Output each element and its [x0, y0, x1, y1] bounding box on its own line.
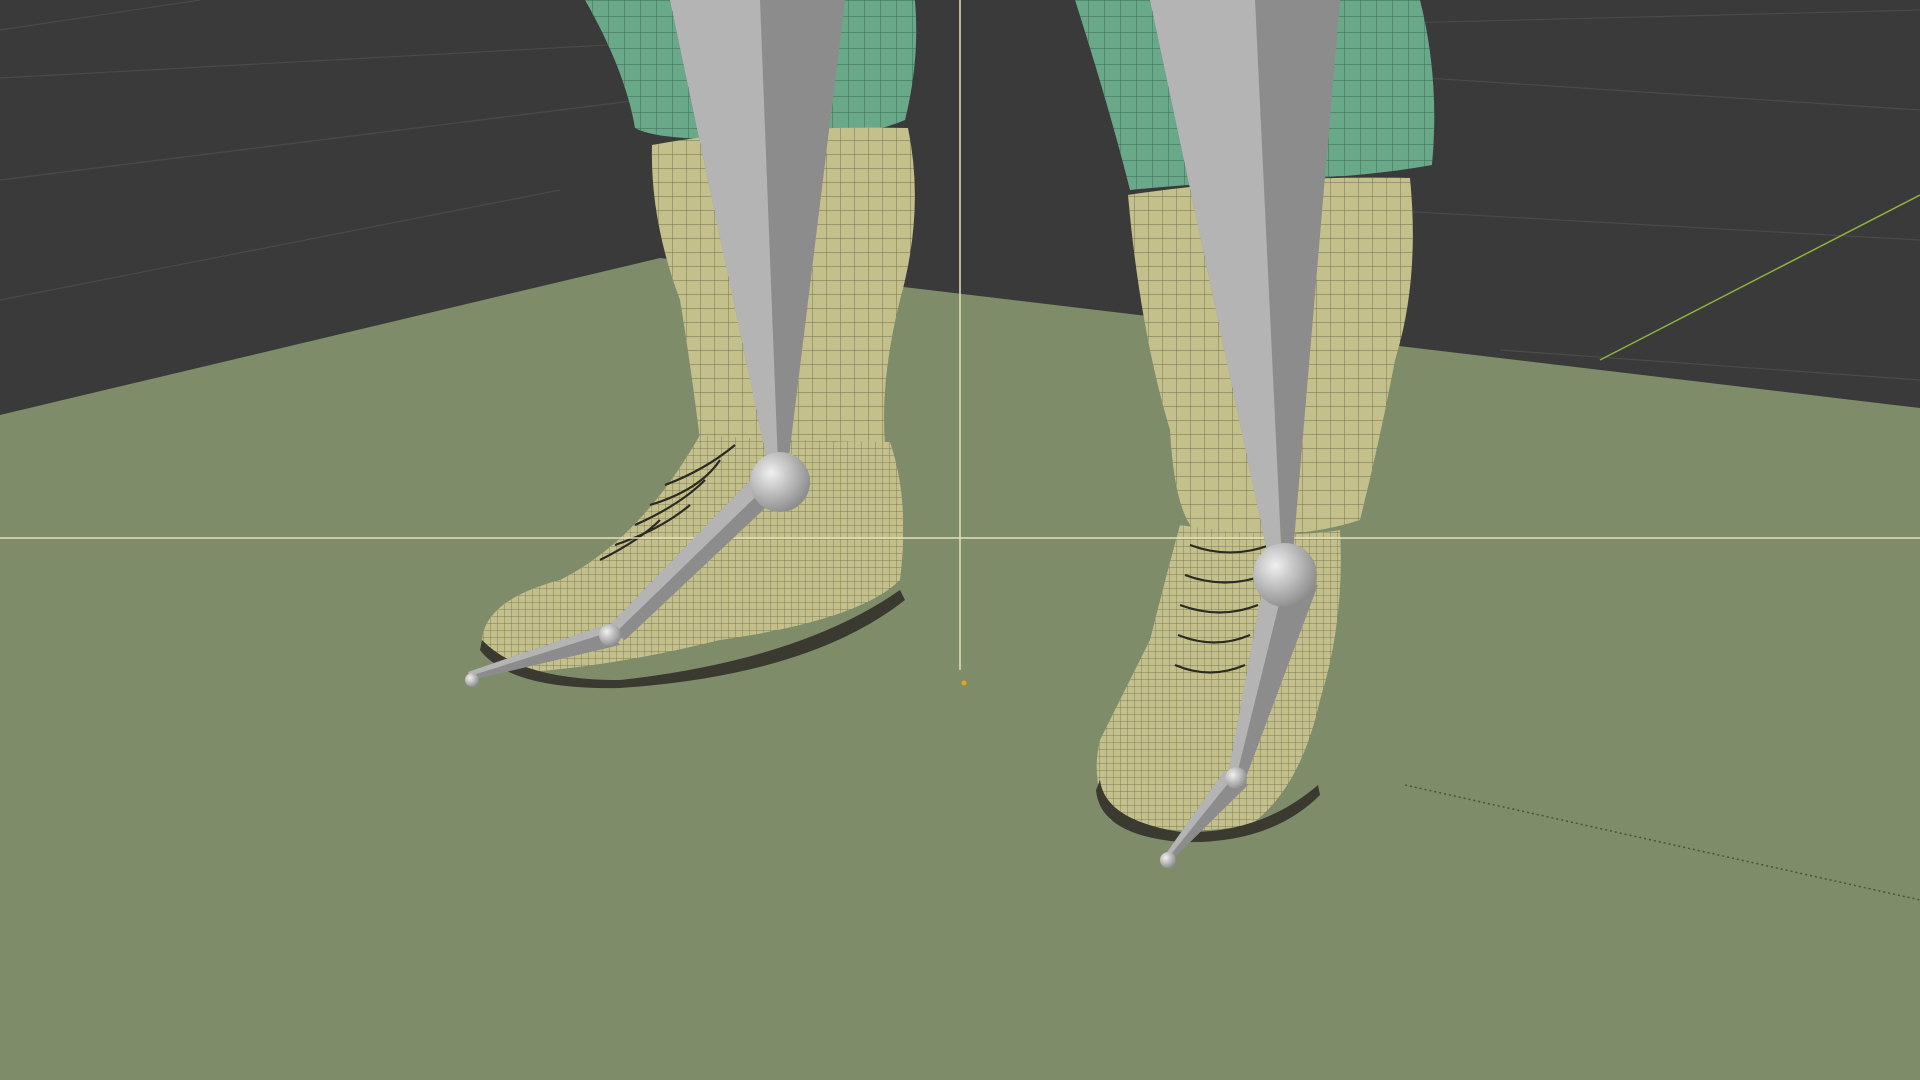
- viewport-canvas[interactable]: [0, 0, 1920, 1080]
- joint-right-ankle[interactable]: [1253, 543, 1317, 607]
- joint-left-tip[interactable]: [465, 673, 479, 687]
- origin-marker[interactable]: [961, 680, 967, 686]
- joint-right-tip[interactable]: [1160, 852, 1176, 868]
- joint-left-toe[interactable]: [599, 624, 621, 646]
- 3d-viewport[interactable]: [0, 0, 1920, 1080]
- joint-left-ankle[interactable]: [750, 452, 810, 512]
- joint-right-toe[interactable]: [1225, 767, 1247, 789]
